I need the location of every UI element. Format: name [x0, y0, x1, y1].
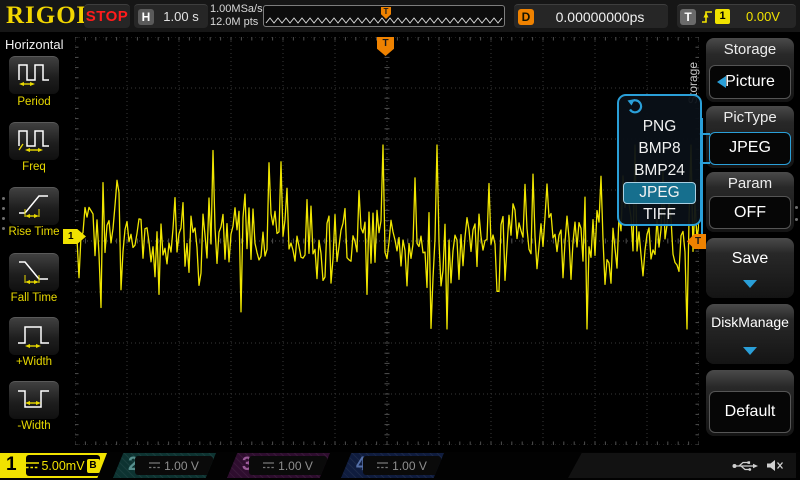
trigger-source-chip: 1: [715, 9, 730, 24]
default-group[interactable]: Default: [706, 370, 794, 436]
right-menu-page-dot: [795, 218, 798, 221]
dc-coupling-icon: [26, 457, 39, 475]
channel2-scale-box: 1.00 V: [135, 456, 213, 475]
pictype-popup-menu: PNG BMP8 BMP24 JPEG TIFF: [617, 94, 702, 226]
down-arrow-icon: [743, 347, 757, 355]
param-value-label: OFF: [734, 204, 766, 221]
channel1-scale: 5.00mV: [41, 459, 84, 473]
freq-icon: [16, 124, 52, 159]
right-menu-page-dot: [795, 206, 798, 209]
waveform-preview-bar[interactable]: T: [263, 5, 505, 27]
measure-rise-time-button[interactable]: [9, 187, 59, 225]
horizontal-timebase-box: H 1.00 s: [134, 4, 208, 28]
pictype-group[interactable]: PicType JPEG: [706, 106, 794, 168]
left-menu-page-dot: [2, 197, 5, 200]
acquisition-info: 1.00MSa/s 12.0M pts: [210, 3, 263, 29]
period-label: Period: [0, 96, 68, 108]
trigger-box: T 1 0.00V: [677, 4, 796, 28]
rise-time-icon: [16, 189, 52, 224]
left-menu-title: Horizontal: [5, 37, 64, 52]
channel2-status[interactable]: 2 1.00 V: [113, 453, 216, 478]
usb-icon: [732, 459, 758, 477]
picture-button-label: Picture: [725, 73, 775, 90]
pictype-value-label: JPEG: [729, 139, 771, 156]
delay-label: D: [518, 9, 534, 25]
picture-button[interactable]: Picture: [709, 65, 791, 99]
channel1-status[interactable]: 1 5.00mV B: [0, 453, 107, 478]
sample-rate: 1.00MSa/s: [210, 3, 263, 16]
preview-waveform: [266, 18, 502, 23]
diskmanage-button-label: DiskManage: [706, 314, 794, 330]
rigol-logo: RIGOL: [6, 2, 94, 30]
popup-item[interactable]: PNG: [619, 116, 700, 138]
minus-width-label: -Width: [0, 420, 68, 432]
channel4-status[interactable]: 4 1.00 V: [341, 453, 444, 478]
popup-item[interactable]: BMP24: [619, 160, 700, 182]
measure-period-button[interactable]: [9, 56, 59, 94]
system-status-block: [568, 453, 796, 478]
rotate-ccw-icon: [619, 96, 700, 116]
rising-edge-icon: [701, 9, 713, 30]
delay-box: D 0.00000000ps: [514, 4, 668, 28]
left-menu-page-dot: [2, 207, 5, 210]
channel3-scale: 1.00 V: [278, 459, 313, 473]
param-header: Param: [706, 172, 794, 196]
channel2-scale: 1.00 V: [164, 459, 199, 473]
measure-fall-time-button[interactable]: [9, 253, 59, 291]
popup-item[interactable]: BMP8: [619, 138, 700, 160]
minus-width-icon: [16, 383, 52, 418]
speaker-muted-icon: [766, 459, 784, 477]
popup-item[interactable]: JPEG: [623, 182, 696, 204]
pictype-header: PicType: [706, 106, 794, 130]
save-button[interactable]: Save: [706, 238, 794, 298]
rise-time-label: Rise Time: [0, 226, 68, 238]
storage-picture-group[interactable]: Storage Picture: [706, 38, 794, 102]
default-button[interactable]: Default: [709, 391, 791, 433]
channel3-status[interactable]: 3 1.00 V: [227, 453, 330, 478]
top-status-bar: RIGOL STOP H 1.00 s 1.00MSa/s 12.0M pts …: [0, 0, 800, 32]
default-button-label: Default: [725, 403, 776, 420]
channel3-scale-box: 1.00 V: [249, 456, 327, 475]
channel1-scale-box: 5.00mV B: [26, 455, 100, 476]
waveform-display: [75, 37, 699, 445]
oscilloscope-screen: RIGOL STOP H 1.00 s 1.00MSa/s 12.0M pts …: [0, 0, 800, 480]
left-arrow-icon: [717, 76, 726, 88]
channel1-number: 1: [6, 454, 17, 476]
popup-item[interactable]: TIFF: [619, 204, 700, 226]
measure-freq-button[interactable]: [9, 122, 59, 160]
storage-menu-title: Storage: [706, 38, 794, 62]
plus-width-icon: [16, 319, 52, 354]
pictype-value-button[interactable]: JPEG: [709, 132, 791, 165]
save-button-label: Save: [706, 250, 794, 268]
trigger-label: T: [680, 9, 696, 25]
freq-label: Freq: [0, 161, 68, 173]
dc-coupling-icon: [149, 457, 160, 475]
diskmanage-button[interactable]: DiskManage: [706, 304, 794, 364]
channel4-scale: 1.00 V: [392, 459, 427, 473]
period-icon: [16, 58, 52, 93]
down-arrow-icon: [743, 280, 757, 288]
left-menu-page-dot: [2, 217, 5, 220]
timebase-value: 1.00 s: [156, 5, 206, 29]
bandwidth-limit-badge: B: [87, 459, 100, 473]
memory-depth: 12.0M pts: [210, 16, 263, 29]
plus-width-label: +Width: [0, 356, 68, 368]
trigger-level-value: 0.00V: [735, 5, 791, 29]
left-menu-page-dot: [2, 227, 5, 230]
h-label: H: [138, 9, 154, 25]
dc-coupling-icon: [263, 457, 274, 475]
run-state-button[interactable]: STOP: [84, 4, 130, 28]
param-group[interactable]: Param OFF: [706, 172, 794, 232]
delay-value: 0.00000000ps: [536, 5, 664, 29]
fall-time-label: Fall Time: [0, 292, 68, 304]
channel4-scale-box: 1.00 V: [363, 456, 441, 475]
measure-plus-width-button[interactable]: [9, 317, 59, 355]
fall-time-icon: [16, 255, 52, 290]
dc-coupling-icon: [377, 457, 388, 475]
channel-status-bar: 1 5.00mV B 2 1.00 V 3 1.00 V 4: [0, 452, 800, 480]
measure-minus-width-button[interactable]: [9, 381, 59, 419]
param-value-button[interactable]: OFF: [709, 196, 791, 229]
